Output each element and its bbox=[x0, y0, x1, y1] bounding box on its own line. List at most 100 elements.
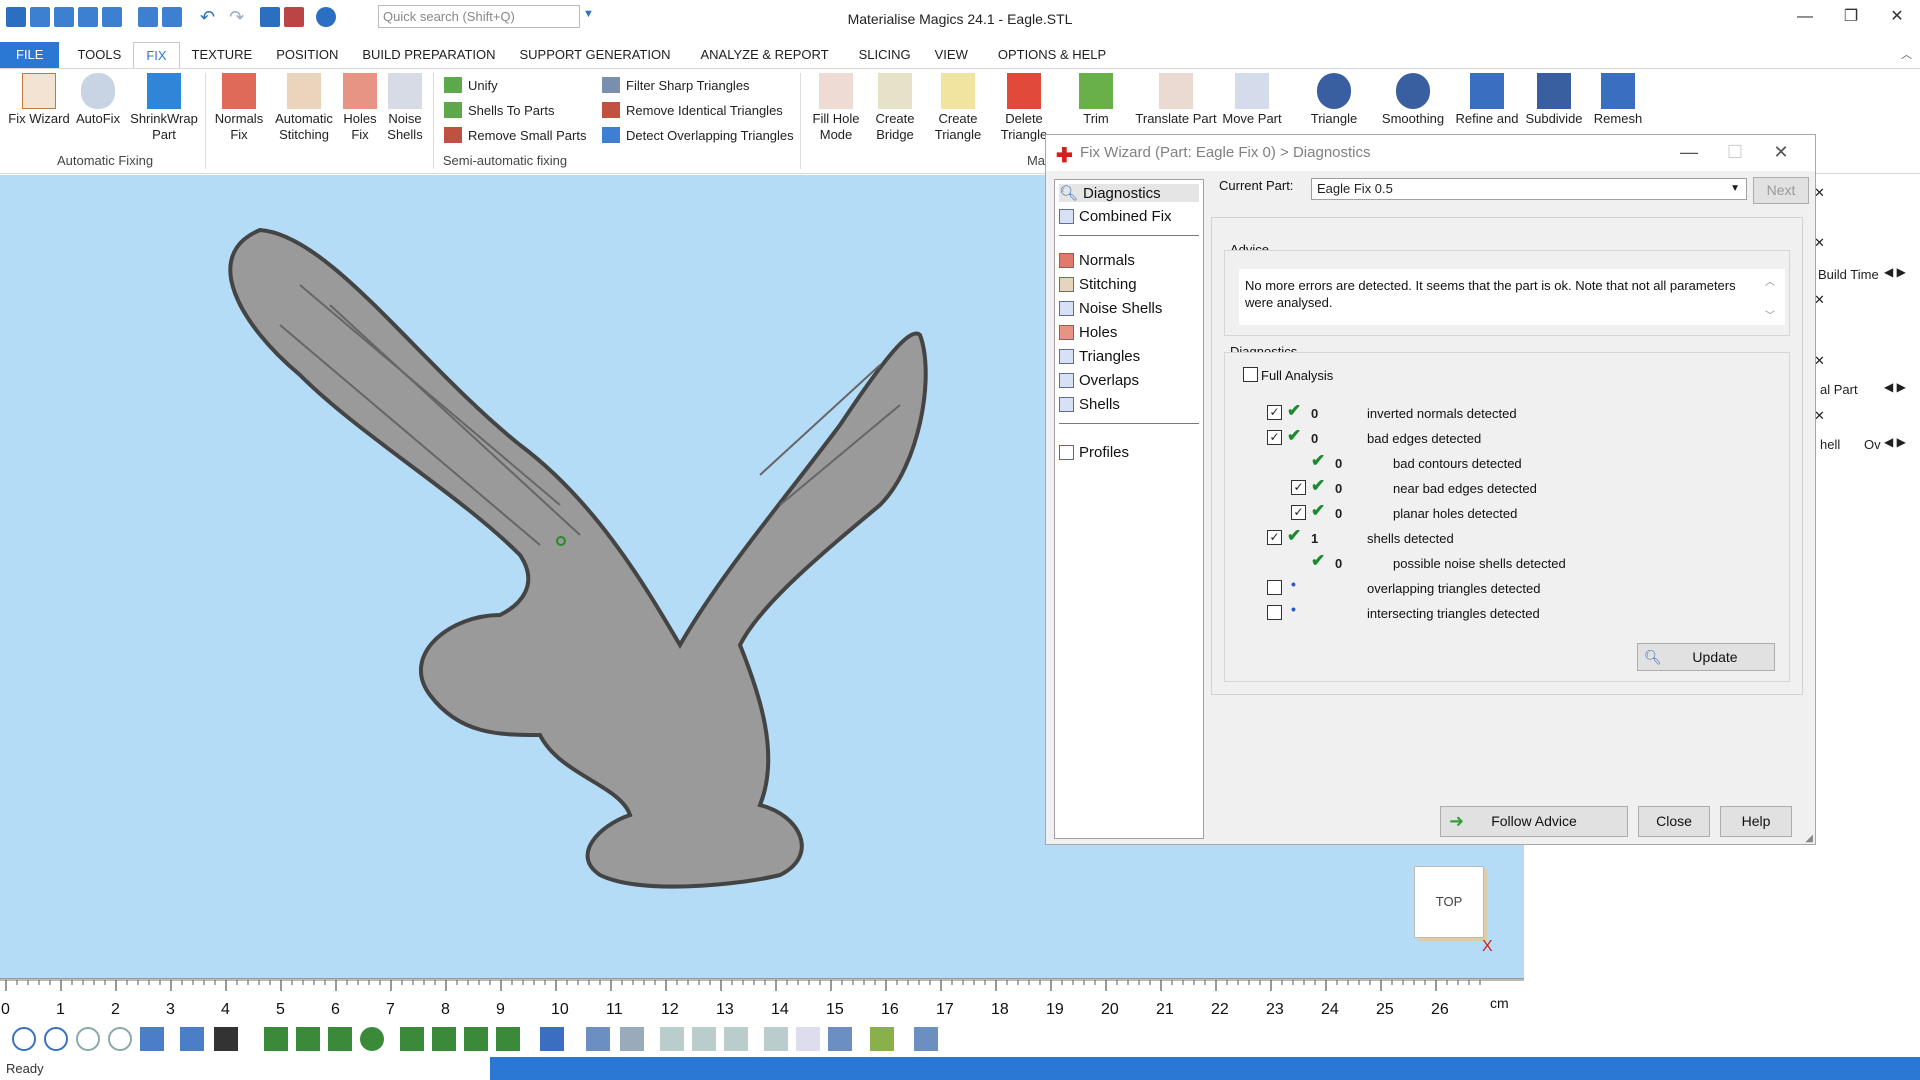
advice-scroll-up-icon[interactable]: ︿ bbox=[1765, 273, 1775, 288]
view-cube[interactable]: TOP bbox=[1414, 866, 1484, 938]
zoom-selection-icon[interactable] bbox=[108, 1027, 132, 1051]
tab-view[interactable]: VIEW bbox=[923, 42, 980, 68]
select-box-icon[interactable] bbox=[400, 1027, 424, 1051]
remesh-button[interactable]: Remesh bbox=[1590, 73, 1646, 127]
nav-stitching[interactable]: Stitching bbox=[1059, 276, 1137, 293]
noise-shells-button[interactable]: Noise Shells bbox=[384, 73, 426, 143]
tab-slicing[interactable]: SLICING bbox=[847, 42, 923, 68]
bad-edges-checkbox[interactable]: ✓ bbox=[1267, 430, 1282, 445]
refine-button[interactable]: Refine and bbox=[1452, 73, 1522, 127]
triangle-mode-5-icon[interactable] bbox=[724, 1027, 748, 1051]
select-plane-icon[interactable] bbox=[328, 1027, 352, 1051]
fill-hole-mode-button[interactable]: Fill Hole Mode bbox=[808, 73, 864, 143]
near-bad-edges-checkbox[interactable]: ✓ bbox=[1291, 480, 1306, 495]
trim-button[interactable]: Trim bbox=[1076, 73, 1116, 127]
close-icon[interactable]: ✕ bbox=[1874, 0, 1920, 34]
select-wave-icon[interactable] bbox=[496, 1027, 520, 1051]
select-triangle-icon[interactable] bbox=[264, 1027, 288, 1051]
smoothing-button[interactable]: Smoothing bbox=[1380, 73, 1446, 127]
shells-checkbox[interactable]: ✓ bbox=[1267, 530, 1282, 545]
nav-shells[interactable]: Shells bbox=[1059, 396, 1120, 413]
advice-scroll-down-icon[interactable]: ﹀ bbox=[1765, 307, 1775, 322]
dialog-minimize-icon[interactable]: — bbox=[1666, 135, 1712, 171]
nav-combined-fix[interactable]: Combined Fix bbox=[1059, 208, 1172, 225]
collapse-ribbon-icon[interactable]: ︿ bbox=[1901, 46, 1912, 62]
select-brush-icon[interactable] bbox=[464, 1027, 488, 1051]
filter-sharp-triangles-button[interactable]: Filter Sharp Triangles bbox=[602, 77, 750, 93]
nav-overlaps[interactable]: Overlaps bbox=[1059, 372, 1139, 389]
remove-small-parts-button[interactable]: Remove Small Parts bbox=[444, 127, 586, 143]
tab-position[interactable]: POSITION bbox=[264, 42, 350, 68]
scroll-left-icon[interactable]: ◀ ▶ bbox=[1884, 265, 1906, 279]
tab-file[interactable]: FILE bbox=[0, 42, 60, 68]
minimize-icon[interactable]: — bbox=[1782, 0, 1828, 34]
translate-part-button[interactable]: Translate Part bbox=[1134, 73, 1218, 127]
unify-button[interactable]: Unify bbox=[444, 77, 498, 93]
select-lasso-icon[interactable] bbox=[432, 1027, 456, 1051]
nav-normals[interactable]: Normals bbox=[1059, 252, 1135, 269]
zoom-icon[interactable] bbox=[12, 1027, 36, 1051]
tab-analyze-report[interactable]: ANALYZE & REPORT bbox=[688, 42, 840, 68]
tab-build-preparation[interactable]: BUILD PREPARATION bbox=[350, 42, 507, 68]
triangle-mode-6-icon[interactable] bbox=[764, 1027, 788, 1051]
orthographic-icon[interactable] bbox=[180, 1027, 204, 1051]
help-button[interactable]: Help bbox=[1720, 806, 1792, 837]
automatic-stitching-button[interactable]: Automatic Stitching bbox=[272, 73, 336, 143]
intersecting-triangles-checkbox[interactable] bbox=[1267, 605, 1282, 620]
tab-options-help[interactable]: OPTIONS & HELP bbox=[986, 42, 1118, 68]
detect-overlapping-triangles-button[interactable]: Detect Overlapping Triangles bbox=[602, 127, 794, 143]
create-triangle-button[interactable]: Create Triangle bbox=[928, 73, 988, 143]
triangle-mode-2-icon[interactable] bbox=[620, 1027, 644, 1051]
overlapping-triangles-checkbox[interactable] bbox=[1267, 580, 1282, 595]
zoom-fit-icon[interactable] bbox=[76, 1027, 100, 1051]
view-cube-icon[interactable] bbox=[140, 1027, 164, 1051]
remove-identical-triangles-button[interactable]: Remove Identical Triangles bbox=[602, 102, 783, 118]
zoom-window-icon[interactable] bbox=[44, 1027, 68, 1051]
dialog-maximize-icon[interactable]: ☐ bbox=[1712, 135, 1758, 171]
resize-grip-icon[interactable]: ◢ bbox=[1805, 833, 1813, 844]
marked-triangles-icon[interactable] bbox=[870, 1027, 894, 1051]
tab-fix[interactable]: FIX bbox=[133, 42, 180, 68]
delete-triangle-button[interactable]: Delete Triangle bbox=[996, 73, 1052, 143]
next-button[interactable]: Next bbox=[1753, 177, 1809, 204]
update-button[interactable]: 🔍︎ Update bbox=[1637, 643, 1775, 671]
scroll-left-icon-3[interactable]: ◀ ▶ bbox=[1884, 435, 1906, 449]
nav-holes[interactable]: Holes bbox=[1059, 324, 1117, 341]
holes-fix-button[interactable]: Holes Fix bbox=[340, 73, 380, 143]
scroll-left-icon-2[interactable]: ◀ ▶ bbox=[1884, 380, 1906, 394]
inverted-normals-checkbox[interactable]: ✓ bbox=[1267, 405, 1282, 420]
shells-to-parts-button[interactable]: Shells To Parts bbox=[444, 102, 554, 118]
tab-tools[interactable]: TOOLS bbox=[65, 42, 133, 68]
tab-texture[interactable]: TEXTURE bbox=[180, 42, 265, 68]
planar-holes-checkbox[interactable]: ✓ bbox=[1291, 505, 1306, 520]
triangle-mode-4-icon[interactable] bbox=[692, 1027, 716, 1051]
select-surface-icon[interactable] bbox=[296, 1027, 320, 1051]
close-button[interactable]: Close bbox=[1638, 806, 1710, 837]
full-analysis-checkbox[interactable] bbox=[1243, 367, 1258, 382]
triangle-mode-7-icon[interactable] bbox=[796, 1027, 820, 1051]
dialog-close-icon[interactable]: ✕ bbox=[1758, 135, 1804, 171]
triangle-button[interactable]: Triangle bbox=[1306, 73, 1362, 127]
fix-wizard-button[interactable]: Fix Wizard bbox=[6, 73, 72, 127]
nav-profiles[interactable]: Profiles bbox=[1059, 444, 1129, 461]
tab-support-generation[interactable]: SUPPORT GENERATION bbox=[508, 42, 683, 68]
select-shell-icon[interactable] bbox=[360, 1027, 384, 1051]
color-triangle-icon[interactable] bbox=[914, 1027, 938, 1051]
nav-noise-shells[interactable]: Noise Shells bbox=[1059, 300, 1162, 317]
shaded-icon[interactable] bbox=[214, 1027, 238, 1051]
follow-advice-button[interactable]: ➜ Follow Advice bbox=[1440, 806, 1628, 837]
move-part-button[interactable]: Move Part bbox=[1218, 73, 1286, 127]
autofix-button[interactable]: AutoFix bbox=[76, 73, 120, 127]
triangle-mode-icon[interactable] bbox=[586, 1027, 610, 1051]
create-bridge-button[interactable]: Create Bridge bbox=[870, 73, 920, 143]
subdivide-button[interactable]: Subdivide bbox=[1522, 73, 1586, 127]
triangle-mode-8-icon[interactable] bbox=[828, 1027, 852, 1051]
restore-icon[interactable]: ❐ bbox=[1828, 0, 1874, 34]
nav-diagnostics[interactable]: 🔍︎ Diagnostics bbox=[1059, 184, 1199, 202]
part-view-icon[interactable] bbox=[540, 1027, 564, 1051]
normals-fix-button[interactable]: Normals Fix bbox=[212, 73, 266, 143]
nav-triangles[interactable]: Triangles bbox=[1059, 348, 1140, 365]
shrinkwrap-part-button[interactable]: ShrinkWrap Part bbox=[128, 73, 200, 143]
triangle-mode-3-icon[interactable] bbox=[660, 1027, 684, 1051]
current-part-select[interactable]: Eagle Fix 0.5 ▼ bbox=[1311, 178, 1747, 200]
